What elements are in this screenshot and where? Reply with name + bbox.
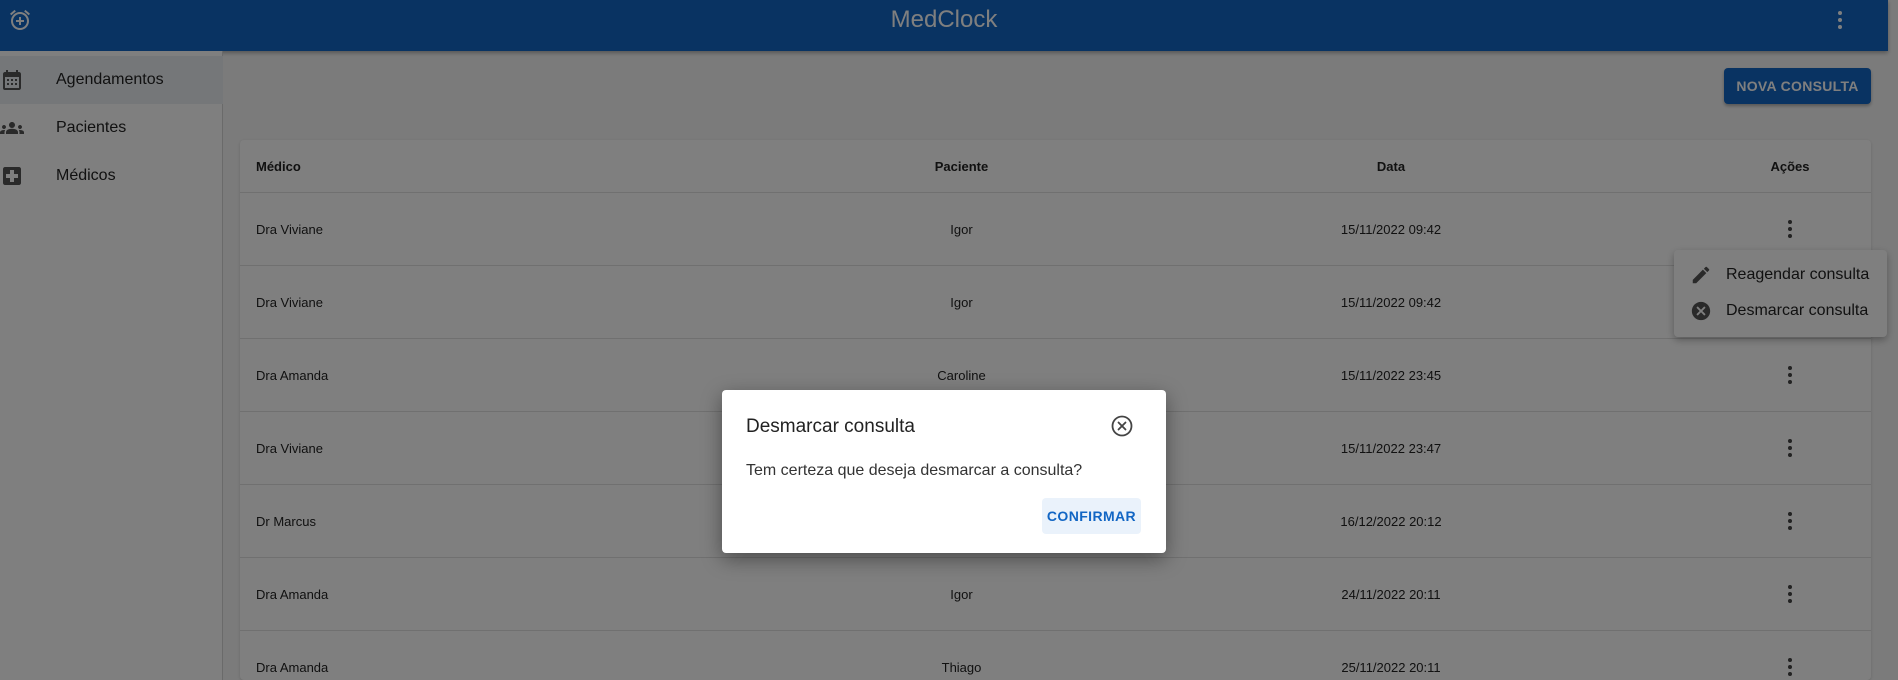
dialog-message: Tem certeza que deseja desmarcar a consu… [746,462,1083,479]
confirm-button[interactable]: CONFIRMAR [1042,498,1141,534]
cancel-appointment-dialog: Desmarcar consulta Tem certeza que desej… [722,390,1166,553]
close-circle-icon[interactable] [1110,414,1134,438]
dialog-title: Desmarcar consulta [746,416,915,437]
modal-backdrop[interactable] [0,0,1898,680]
